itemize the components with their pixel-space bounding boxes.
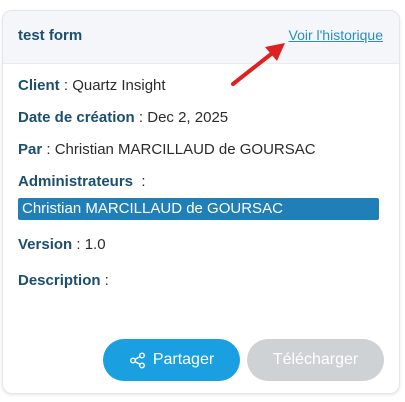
description-label: Description: [18, 272, 101, 289]
version-value: 1.0: [84, 236, 106, 253]
share-button[interactable]: Partager: [103, 339, 240, 381]
admin-tag: Christian MARCILLAUD de GOURSAC: [18, 198, 379, 220]
download-label: Télécharger: [272, 351, 359, 368]
download-button[interactable]: Télécharger: [247, 339, 384, 381]
client-separator: :: [59, 77, 73, 94]
date-separator: :: [134, 109, 148, 126]
author-row: Par : Christian MARCILLAUD de GOURSAC: [18, 141, 316, 158]
description-separator: :: [100, 272, 109, 289]
card-header: test form Voir l'historique: [3, 11, 399, 64]
form-card: test form Voir l'historique Client : Qua…: [2, 10, 400, 394]
form-title: test form: [18, 27, 83, 44]
date-label: Date de création: [18, 109, 135, 126]
red-arrow-icon: [231, 43, 285, 86]
client-label: Client: [18, 77, 60, 94]
client-row: Client : Quartz Insight: [18, 77, 166, 94]
description-row: Description :: [18, 272, 109, 289]
admins-row: Administrateurs :: [18, 173, 146, 190]
client-value: Quartz Insight: [72, 77, 166, 94]
date-row: Date de création : Dec 2, 2025: [18, 109, 228, 126]
history-link[interactable]: Voir l'historique: [289, 27, 384, 43]
admins-separator: :: [133, 173, 146, 190]
author-label: Par: [18, 141, 43, 158]
share-icon: [129, 352, 146, 369]
share-label: Partager: [152, 351, 215, 368]
version-separator: :: [72, 236, 85, 253]
admins-label: Administrateurs: [18, 173, 134, 190]
author-value: Christian MARCILLAUD de GOURSAC: [54, 141, 316, 158]
author-separator: :: [42, 141, 55, 158]
date-value: Dec 2, 2025: [147, 109, 229, 126]
version-row: Version : 1.0: [18, 236, 106, 253]
version-label: Version: [18, 236, 73, 253]
